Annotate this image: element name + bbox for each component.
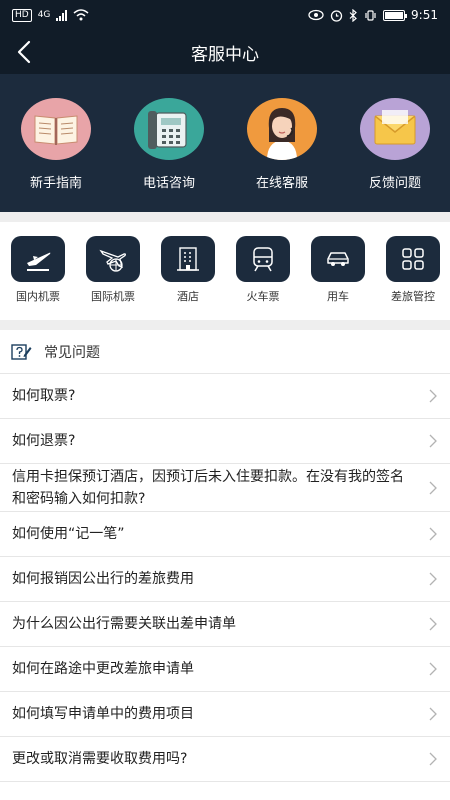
service-domestic-flight-label: 国内机票 <box>16 290 60 303</box>
signal-icon <box>56 9 68 21</box>
channel-guide-label: 新手指南 <box>29 176 82 191</box>
international-flight-icon <box>86 236 140 282</box>
faq-question: 为什么因公出行需要关联出差申请单 <box>12 616 236 632</box>
faq-header-label: 常见问题 <box>44 344 100 361</box>
chevron-right-icon <box>429 617 437 631</box>
vibrate-icon <box>365 9 376 21</box>
faq-item[interactable]: 如何在路途中更改差旅申请单 <box>0 647 450 692</box>
section-divider <box>0 212 450 222</box>
page-title: 客服中心 <box>191 44 259 65</box>
nav-bar: 客服中心 <box>0 30 450 74</box>
faq-question: 如何取票? <box>12 388 76 404</box>
channel-online[interactable]: 在线客服 <box>232 98 332 191</box>
faq-item[interactable]: 信用卡担保预订酒店，因预订后未入住要扣款。在没有我的签名和密码输入如何扣款? <box>0 464 450 512</box>
faq-question: 如何退票? <box>12 433 76 449</box>
chevron-right-icon <box>429 707 437 721</box>
faq-question: 如何填写申请单中的费用项目 <box>12 706 194 722</box>
chevron-right-icon <box>429 434 437 448</box>
service-train[interactable]: 火车票 <box>228 236 298 304</box>
service-travel-control-label: 差旅管控 <box>391 290 435 303</box>
service-shortcuts: 国内机票 国际机票 酒店 火车票 用车 差旅管控 <box>0 222 450 320</box>
faq-question: 如何报销因公出行的差旅费用 <box>12 571 194 587</box>
channel-phone[interactable]: 电话咨询 <box>119 98 219 191</box>
back-button[interactable] <box>6 34 42 70</box>
faq-question: 更改或取消需要收取费用吗? <box>12 751 188 767</box>
chevron-right-icon <box>429 481 437 494</box>
chevron-right-icon <box>429 572 437 586</box>
hotel-building-icon <box>161 236 215 282</box>
service-hotel-label: 酒店 <box>177 290 199 303</box>
faq-item[interactable]: 如何填写申请单中的费用项目 <box>0 692 450 737</box>
status-bar: HD 4G 9:51 <box>0 0 450 30</box>
channel-guide[interactable]: 新手指南 <box>6 98 106 191</box>
battery-icon <box>383 9 408 21</box>
faq-question: 信用卡担保预订酒店，因预订后未入住要扣款。在没有我的签名和密码输入如何扣款? <box>12 468 404 507</box>
car-icon <box>311 236 365 282</box>
chevron-right-icon <box>429 389 437 403</box>
service-car-label: 用车 <box>327 290 349 303</box>
channel-phone-label: 电话咨询 <box>142 176 195 191</box>
chevron-right-icon <box>429 527 437 541</box>
service-international-flight-label: 国际机票 <box>91 290 135 303</box>
network-tag: HD <box>12 8 32 22</box>
question-edit-icon <box>11 343 32 360</box>
airplane-icon <box>11 236 65 282</box>
faq-item[interactable]: 更改或取消需要收取费用吗? <box>0 737 450 782</box>
faq-question: 如何使用“记一笔” <box>12 526 125 542</box>
status-left: HD 4G <box>12 8 89 22</box>
service-hotel[interactable]: 酒店 <box>153 236 223 304</box>
wifi-icon <box>73 9 89 21</box>
service-domestic-flight[interactable]: 国内机票 <box>3 236 73 304</box>
agent-avatar-icon <box>247 98 317 160</box>
faq-item[interactable]: 如何取票? <box>0 374 450 419</box>
channel-feedback[interactable]: 反馈问题 <box>345 98 445 191</box>
envelope-icon <box>360 98 430 160</box>
bluetooth-icon <box>349 8 357 22</box>
train-icon <box>236 236 290 282</box>
channel-feedback-label: 反馈问题 <box>368 176 421 191</box>
telephone-icon <box>134 98 204 160</box>
faq-item[interactable]: 为什么因公出行需要关联出差申请单 <box>0 602 450 647</box>
faq-item[interactable]: 如何报销因公出行的差旅费用 <box>0 557 450 602</box>
grid-icon <box>386 236 440 282</box>
faq-question: 如何在路途中更改差旅申请单 <box>12 661 194 677</box>
chevron-right-icon <box>429 752 437 766</box>
faq-item[interactable]: 如何使用“记一笔” <box>0 512 450 557</box>
section-divider <box>0 320 450 330</box>
service-train-label: 火车票 <box>246 290 280 303</box>
faq-item[interactable]: 如何退票? <box>0 419 450 464</box>
faq-section: 常见问题 如何取票? 如何退票? 信用卡担保预订酒店，因预订后未入住要扣款。在没… <box>0 330 450 782</box>
service-travel-control[interactable]: 差旅管控 <box>378 236 448 304</box>
status-right: 9:51 <box>308 8 438 22</box>
status-time: 9:51 <box>411 8 438 22</box>
alarm-icon <box>330 9 343 22</box>
chevron-left-icon <box>17 40 31 64</box>
support-channels: 新手指南 电话咨询 在线客服 反馈问题 <box>0 74 450 212</box>
channel-online-label: 在线客服 <box>255 176 308 191</box>
faq-header: 常见问题 <box>0 330 450 374</box>
service-car[interactable]: 用车 <box>303 236 373 304</box>
network-type: 4G <box>37 10 51 20</box>
eye-icon <box>308 9 324 21</box>
chevron-right-icon <box>429 662 437 676</box>
book-icon <box>21 98 91 160</box>
service-international-flight[interactable]: 国际机票 <box>78 236 148 304</box>
